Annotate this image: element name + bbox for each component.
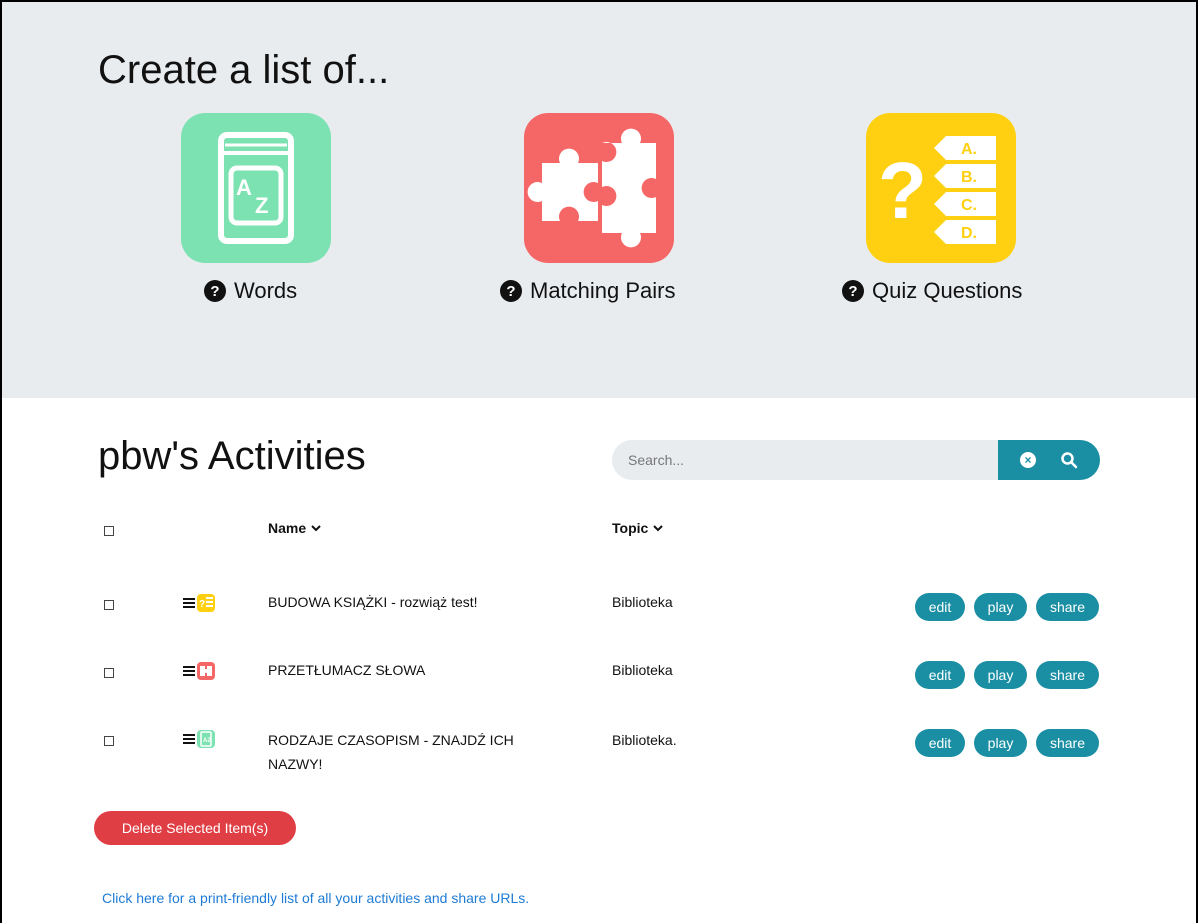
share-button[interactable]: share <box>1036 593 1099 621</box>
words-label[interactable]: ? Words <box>204 278 297 304</box>
help-icon[interactable]: ? <box>204 280 226 302</box>
matching-pairs-label-text: Matching Pairs <box>530 278 676 303</box>
search-buttons: × <box>998 440 1100 480</box>
svg-text:A.: A. <box>961 141 977 158</box>
drag-handle-icon[interactable] <box>183 734 195 744</box>
svg-text:B.: B. <box>961 169 977 186</box>
book-az-icon: AZ <box>197 730 215 748</box>
select-all-checkbox[interactable] <box>104 526 114 536</box>
activities-title: pbw's Activities <box>98 434 366 478</box>
svg-text:?: ? <box>199 599 205 610</box>
svg-text:C.: C. <box>961 197 977 214</box>
activity-name-line: RODZAJE CZASOPISM - ZNAJDŹ ICH <box>268 732 514 748</box>
svg-text:AZ: AZ <box>203 738 211 744</box>
drag-handle-icon[interactable] <box>183 666 195 676</box>
activity-topic: Biblioteka. <box>612 732 677 748</box>
name-column-header[interactable]: Name <box>268 520 322 536</box>
topic-column-header[interactable]: Topic <box>612 520 664 536</box>
play-button[interactable]: play <box>974 729 1027 757</box>
words-tile[interactable]: A Z <box>181 113 331 263</box>
row-checkbox[interactable] <box>104 668 114 678</box>
row-checkbox[interactable] <box>104 736 114 746</box>
name-header-label: Name <box>268 520 307 536</box>
drag-handle-icon[interactable] <box>183 598 195 608</box>
svg-text:A: A <box>236 175 252 200</box>
activity-topic: Biblioteka <box>612 594 673 610</box>
chevron-down-icon <box>653 525 664 532</box>
search-icon[interactable] <box>1060 451 1078 469</box>
activity-name-line: NAZWY! <box>268 756 323 772</box>
svg-text:Z: Z <box>255 193 268 218</box>
activity-name[interactable]: BUDOWA KSIĄŻKI - rozwiąż test! <box>268 590 478 614</box>
share-button[interactable]: share <box>1036 729 1099 757</box>
quiz-questions-label-text: Quiz Questions <box>872 278 1023 303</box>
help-icon[interactable]: ? <box>842 280 864 302</box>
quiz-abcd-icon: ? <box>197 594 215 612</box>
play-button[interactable]: play <box>974 593 1027 621</box>
svg-text:D.: D. <box>961 225 977 242</box>
svg-text:?: ? <box>878 146 927 235</box>
book-az-icon: A Z <box>181 113 331 263</box>
row-checkbox[interactable] <box>104 600 114 610</box>
search-bar: × <box>612 440 1100 480</box>
activity-topic: Biblioteka <box>612 662 673 678</box>
activity-name[interactable]: RODZAJE CZASOPISM - ZNAJDŹ ICH NAZWY! <box>268 728 514 776</box>
chevron-down-icon <box>311 525 321 532</box>
edit-button[interactable]: edit <box>915 729 965 757</box>
matching-pairs-tile[interactable] <box>524 113 674 263</box>
search-input[interactable] <box>612 440 998 480</box>
topic-header-label: Topic <box>612 520 649 536</box>
delete-selected-button[interactable]: Delete Selected Item(s) <box>94 811 296 845</box>
puzzle-icon <box>524 113 674 263</box>
words-label-text: Words <box>234 278 298 303</box>
clear-icon[interactable]: × <box>1020 452 1036 468</box>
quiz-questions-tile[interactable]: ? A. B. C. D. <box>866 113 1016 263</box>
edit-button[interactable]: edit <box>915 593 965 621</box>
matching-pairs-label[interactable]: ? Matching Pairs <box>500 278 676 304</box>
print-friendly-link[interactable]: Click here for a print-friendly list of … <box>102 890 529 906</box>
share-button[interactable]: share <box>1036 661 1099 689</box>
quiz-questions-label[interactable]: ? Quiz Questions <box>842 278 1022 304</box>
activity-name[interactable]: PRZETŁUMACZ SŁOWA <box>268 658 425 682</box>
quiz-abcd-icon: ? A. B. C. D. <box>866 113 1016 263</box>
help-icon[interactable]: ? <box>500 280 522 302</box>
puzzle-icon <box>197 662 215 680</box>
create-title: Create a list of... <box>98 48 390 92</box>
edit-button[interactable]: edit <box>915 661 965 689</box>
play-button[interactable]: play <box>974 661 1027 689</box>
